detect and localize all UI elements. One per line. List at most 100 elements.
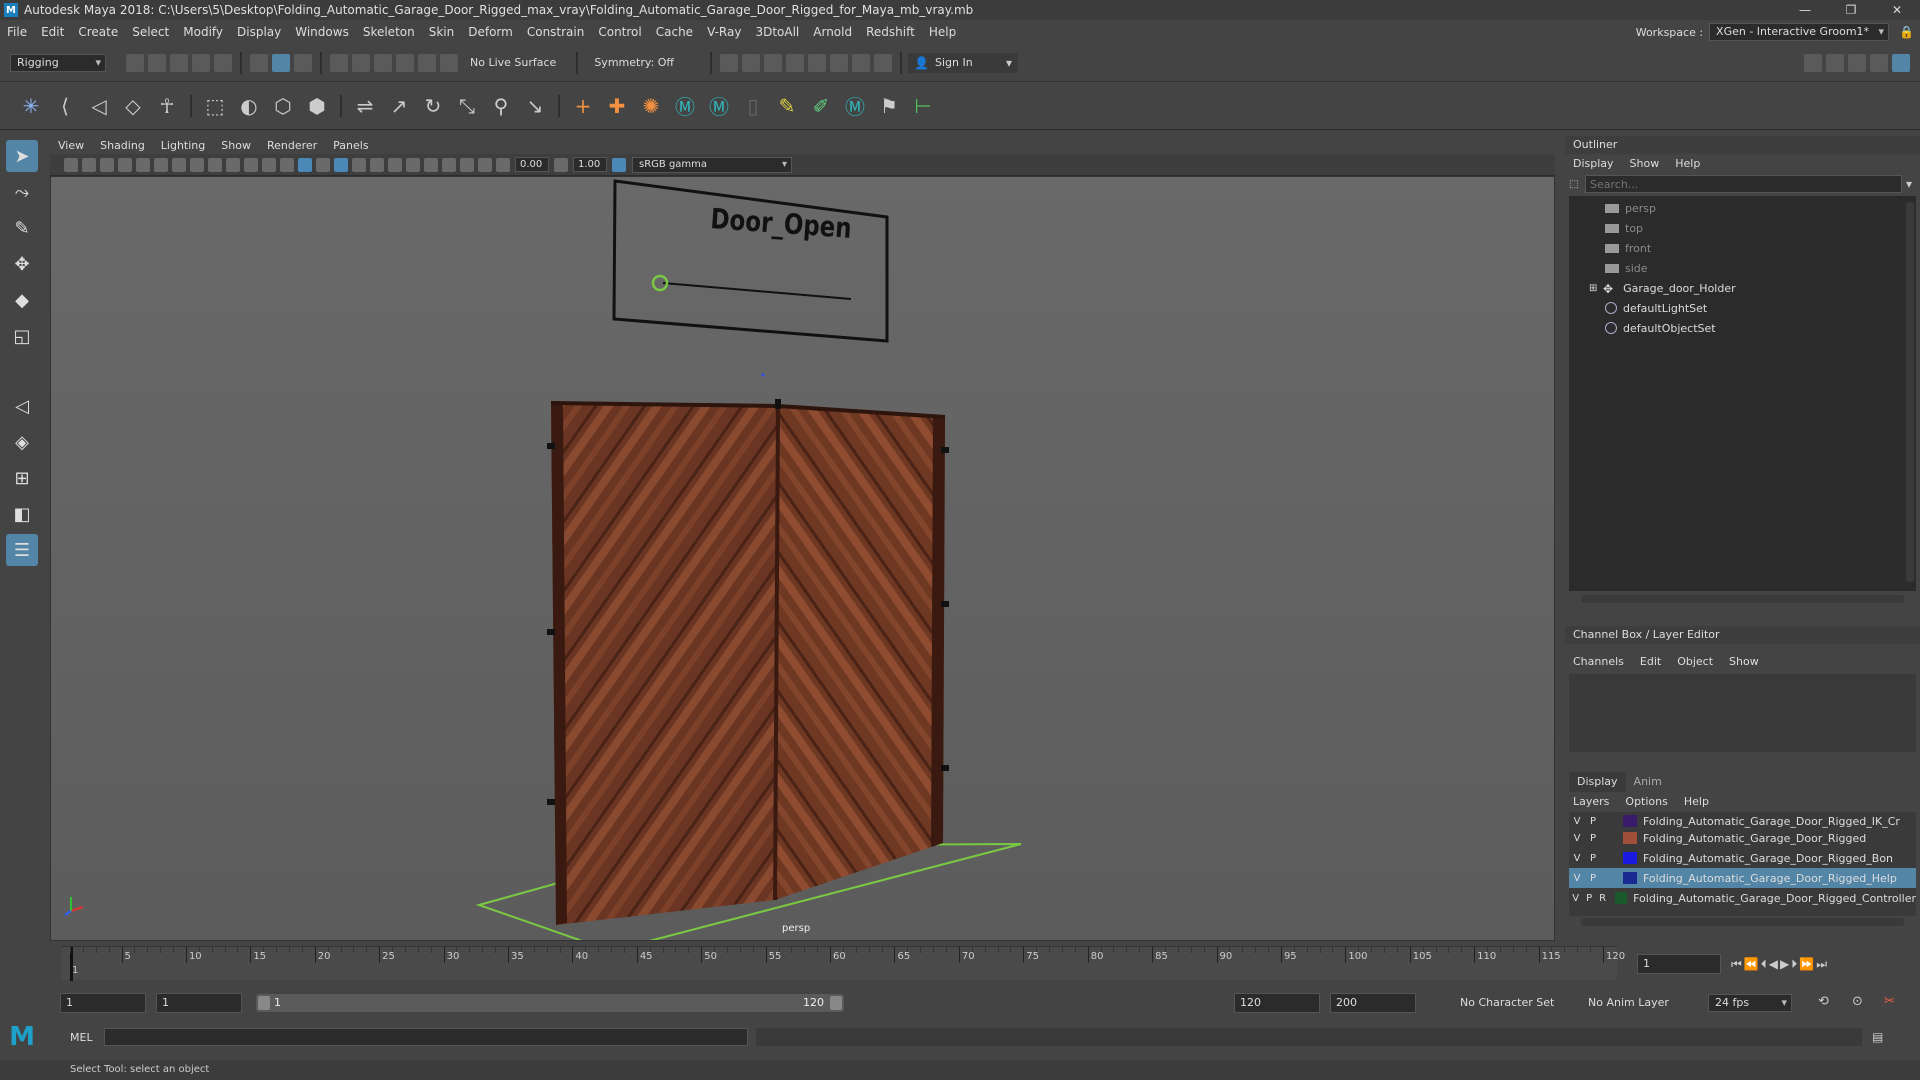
current-frame-field[interactable]: 1	[1637, 954, 1721, 974]
layer-color-swatch[interactable]	[1623, 852, 1637, 864]
menu-redshift[interactable]: Redshift	[866, 25, 915, 39]
layers-menu-options[interactable]: Options	[1625, 795, 1667, 808]
add-joint-icon[interactable]: +	[569, 92, 597, 120]
shadows-icon[interactable]	[370, 157, 384, 172]
anim-layer-field[interactable]: No Anim Layer	[1588, 996, 1669, 1009]
menu-windows[interactable]: Windows	[295, 25, 349, 39]
pause-icon[interactable]	[874, 53, 893, 72]
menu-modify[interactable]: Modify	[183, 25, 223, 39]
render-sequence-icon[interactable]	[742, 53, 761, 72]
resolution-gate-icon[interactable]	[190, 157, 204, 172]
outliner-horizontal-scrollbar[interactable]	[1581, 595, 1904, 603]
outliner-item-default-object-set[interactable]: defaultObjectSet	[1569, 318, 1916, 338]
open-scene-icon[interactable]	[148, 53, 166, 72]
minimize-button[interactable]: —	[1782, 0, 1828, 20]
play-backwards-icon[interactable]: ◀	[1769, 957, 1778, 971]
viewport-menu-show[interactable]: Show	[221, 139, 251, 152]
outliner-item-front[interactable]: front	[1569, 238, 1916, 258]
motion-blur-icon[interactable]	[406, 157, 420, 172]
layer-row[interactable]: V P Folding_Automatic_Garage_Door_Rigged	[1569, 828, 1916, 848]
auto-key-icon[interactable]: ⊙	[1852, 994, 1863, 1009]
grid-icon[interactable]	[154, 157, 168, 172]
four-view-icon[interactable]: ⊞	[6, 462, 38, 494]
exposure-field[interactable]: 0.00	[515, 157, 549, 172]
lock-icon[interactable]: 🔒	[1899, 25, 1914, 39]
layer-horizontal-scrollbar[interactable]	[1581, 918, 1904, 926]
xray-icon[interactable]	[460, 157, 474, 172]
layers-menu-help[interactable]: Help	[1684, 795, 1709, 808]
outliner-item-garage-door-holder[interactable]: ⊞ ✥ Garage_door_Holder	[1569, 278, 1916, 298]
screen-space-ao-icon[interactable]	[388, 157, 402, 172]
cluster-icon[interactable]: ⬚	[201, 92, 229, 120]
tab-display[interactable]: Display	[1569, 772, 1626, 792]
character-set-field[interactable]: No Character Set	[1460, 996, 1554, 1009]
playback-start-field[interactable]: 1	[156, 993, 242, 1013]
skin-brush-icon[interactable]: ✐	[807, 92, 835, 120]
paint-select-icon[interactable]: ✎	[6, 212, 38, 244]
viewport-menu-view[interactable]: View	[58, 139, 84, 152]
hinge-handle[interactable]	[941, 601, 949, 607]
camera-attributes-icon[interactable]	[64, 157, 78, 172]
menu-display[interactable]: Display	[237, 25, 281, 39]
tool-settings-icon[interactable]	[1870, 53, 1888, 72]
wrap-icon[interactable]: ⬡	[269, 92, 297, 120]
outliner-vertical-scrollbar[interactable]	[1906, 202, 1914, 582]
viewport-menu-renderer[interactable]: Renderer	[267, 139, 317, 152]
menu-skeleton[interactable]: Skeleton	[363, 25, 415, 39]
ik-handle-icon[interactable]: ⟨	[51, 92, 79, 120]
layer-playback-toggle[interactable]: P	[1585, 833, 1601, 844]
viewport-menu-panels[interactable]: Panels	[333, 139, 368, 152]
hypershade-icon[interactable]	[808, 53, 827, 72]
menu-select[interactable]: Select	[132, 25, 169, 39]
rig-icon[interactable]: Ⓜ	[705, 92, 733, 120]
save-scene-icon[interactable]	[170, 53, 188, 72]
isolate-select-icon[interactable]	[442, 157, 456, 172]
mel-command-input[interactable]	[104, 1028, 748, 1046]
menu-set-dropdown[interactable]: Rigging	[10, 53, 106, 72]
blank-icon[interactable]: ▯	[739, 92, 767, 120]
menu-3dtoall[interactable]: 3DtoAll	[755, 25, 799, 39]
character-controls-icon[interactable]	[1826, 53, 1844, 72]
door-left-panel[interactable]	[551, 403, 778, 925]
locator-icon[interactable]: ⚑	[875, 92, 903, 120]
loop-icon[interactable]: ⟲	[1818, 994, 1829, 1009]
redo-icon[interactable]	[214, 53, 232, 72]
menu-arnold[interactable]: Arnold	[813, 25, 852, 39]
layer-color-swatch[interactable]	[1623, 815, 1637, 827]
viewport-menu-lighting[interactable]: Lighting	[161, 139, 205, 152]
move-tool-icon[interactable]: ✥	[6, 248, 38, 280]
range-handle-start[interactable]	[258, 996, 270, 1010]
hinge-handle[interactable]	[547, 629, 555, 635]
outliner-item-side[interactable]: side	[1569, 258, 1916, 278]
undo-icon[interactable]	[192, 53, 210, 72]
render-view-icon[interactable]	[830, 53, 849, 72]
point-constraint-icon[interactable]: ⇌	[351, 92, 379, 120]
close-button[interactable]: ✕	[1874, 0, 1920, 20]
pole-vector-icon[interactable]: ↘	[521, 92, 549, 120]
safe-title-icon[interactable]	[262, 157, 276, 172]
hinge-handle[interactable]	[547, 443, 555, 449]
color-space-dropdown[interactable]: sRGB gamma	[632, 156, 792, 173]
filter-icon[interactable]: ⬚	[1569, 179, 1585, 190]
mirror-joint-icon[interactable]: ⊢	[909, 92, 937, 120]
layer-visibility-toggle[interactable]: V	[1569, 873, 1585, 884]
sign-in-button[interactable]: 👤 Sign In ▾	[908, 52, 1019, 73]
hinge-handle[interactable]	[547, 799, 555, 805]
hinge-handle[interactable]	[941, 447, 949, 453]
channel-menu-edit[interactable]: Edit	[1640, 655, 1661, 668]
sculpt-icon[interactable]: ⬢	[303, 92, 331, 120]
layer-row[interactable]: V P R Folding_Automatic_Garage_Door_Rigg…	[1569, 888, 1916, 908]
gate-mask-icon[interactable]	[208, 157, 222, 172]
scale-constraint-icon[interactable]: ⤡	[453, 92, 481, 120]
insert-joint-icon[interactable]: ✚	[603, 92, 631, 120]
menu-create[interactable]: Create	[78, 25, 118, 39]
parent-constraint-icon[interactable]: ⚲	[487, 92, 515, 120]
outliner-menu-help[interactable]: Help	[1675, 157, 1700, 170]
layer-visibility-toggle[interactable]: V	[1569, 893, 1582, 904]
quick-rig-icon[interactable]: Ⓜ	[671, 92, 699, 120]
outliner-menu-display[interactable]: Display	[1573, 157, 1614, 170]
range-bar[interactable]: 1 120	[256, 994, 844, 1012]
new-scene-icon[interactable]	[126, 53, 144, 72]
hinge-handle[interactable]	[941, 765, 949, 771]
layer-color-swatch[interactable]	[1623, 872, 1637, 884]
